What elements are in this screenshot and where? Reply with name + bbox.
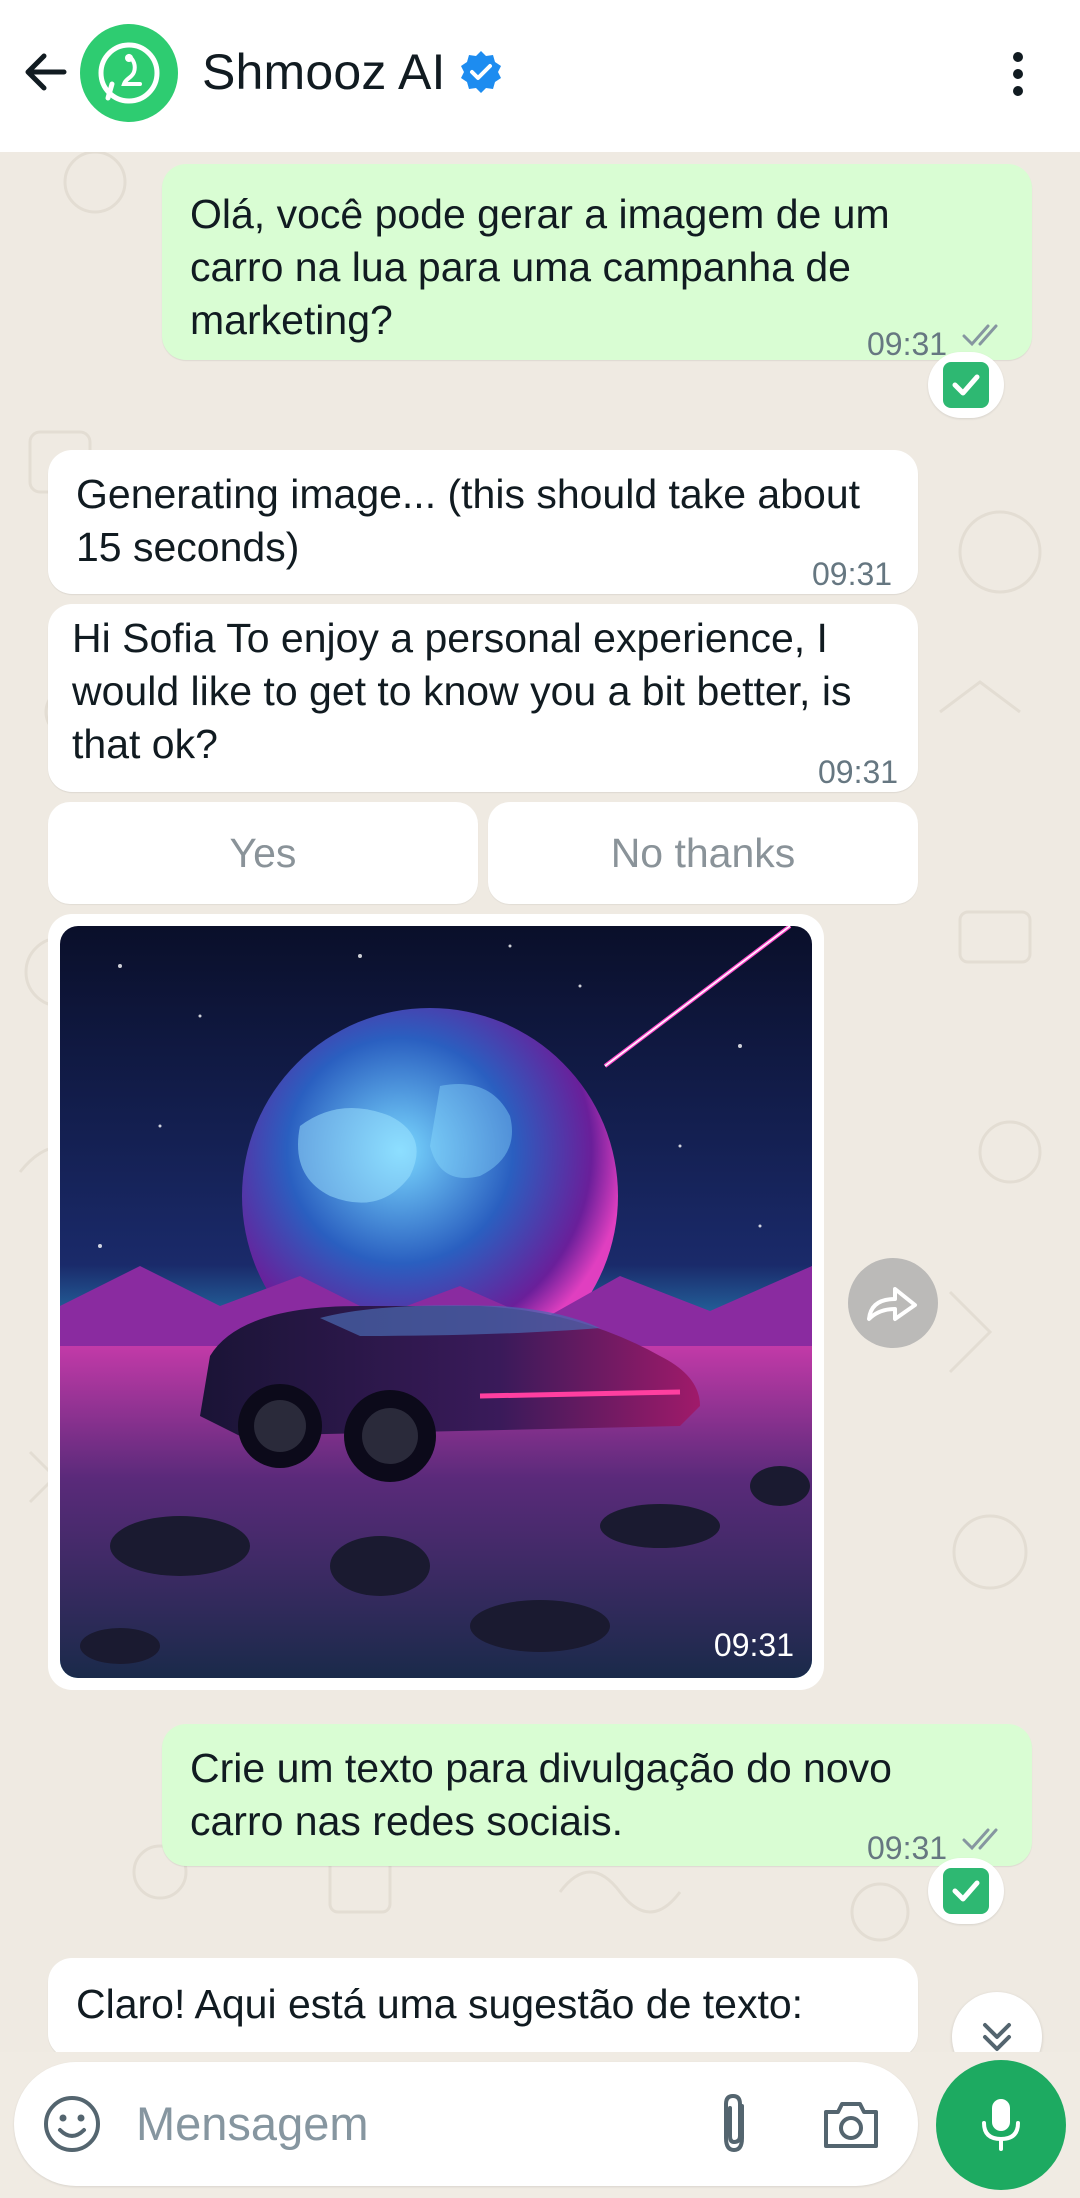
- double-chevron-down-icon: [983, 2023, 1011, 2051]
- double-check-icon: [962, 1828, 998, 1851]
- paperclip-icon[interactable]: [704, 2092, 764, 2156]
- generated-image[interactable]: 09:31: [60, 926, 812, 1678]
- contact-avatar[interactable]: [80, 24, 178, 122]
- message-time: 09:31: [818, 754, 899, 790]
- arrow-left-icon: [25, 53, 67, 91]
- quick-reply-no-thanks[interactable]: No thanks: [488, 802, 918, 904]
- double-check-icon: [962, 324, 998, 347]
- incoming-message[interactable]: Claro! Aqui está uma sugestão de texto:: [48, 1958, 918, 2052]
- message-time: 09:31: [812, 556, 893, 592]
- contact-title[interactable]: Shmooz AI: [202, 40, 504, 104]
- camera-icon[interactable]: [820, 2096, 882, 2152]
- check-mark-icon: [943, 1868, 989, 1914]
- quick-reply-yes[interactable]: Yes: [48, 802, 478, 904]
- chat-header: Shmooz AI: [0, 0, 1080, 152]
- message-reaction[interactable]: [928, 352, 1004, 418]
- car-on-moon-image: [60, 926, 812, 1678]
- contact-name: Shmooz AI: [202, 44, 446, 100]
- message-text: Hi Sofia To enjoy a personal experience,…: [72, 615, 852, 767]
- forward-button[interactable]: [848, 1258, 938, 1348]
- back-button[interactable]: [20, 46, 72, 98]
- incoming-message[interactable]: Generating image... (this should take ab…: [48, 450, 918, 594]
- chat-area[interactable]: Olá, você pode gerar a imagem de um carr…: [0, 152, 1080, 2052]
- outgoing-message[interactable]: Olá, você pode gerar a imagem de um carr…: [162, 164, 1032, 362]
- message-input[interactable]: Mensagem: [136, 2096, 369, 2151]
- message-input-container[interactable]: Mensagem: [14, 2062, 918, 2186]
- message-text: Claro! Aqui está uma sugestão de texto:: [76, 1981, 804, 2027]
- image-message[interactable]: 09:31: [48, 914, 824, 1690]
- more-options-button[interactable]: [1000, 46, 1036, 102]
- more-vert-icon: [1013, 52, 1023, 62]
- message-reaction[interactable]: [928, 1858, 1004, 1924]
- outgoing-message[interactable]: Crie um texto para divulgação do novo ca…: [162, 1724, 1032, 1866]
- message-composer: Mensagem: [0, 2052, 1080, 2198]
- verified-badge-icon: [460, 51, 501, 93]
- whatsapp-avatar-icon: [98, 42, 160, 104]
- forward-icon: [867, 1287, 917, 1321]
- voice-message-button[interactable]: [936, 2060, 1066, 2190]
- message-time: 09:31: [867, 1830, 948, 1866]
- microphone-icon: [982, 2099, 1020, 2151]
- emoji-icon[interactable]: [42, 2094, 102, 2154]
- message-time: 09:31: [713, 1627, 794, 1663]
- check-mark-icon: [943, 362, 989, 408]
- message-text: Generating image... (this should take ab…: [76, 471, 861, 570]
- incoming-message[interactable]: Hi Sofia To enjoy a personal experience,…: [48, 604, 918, 792]
